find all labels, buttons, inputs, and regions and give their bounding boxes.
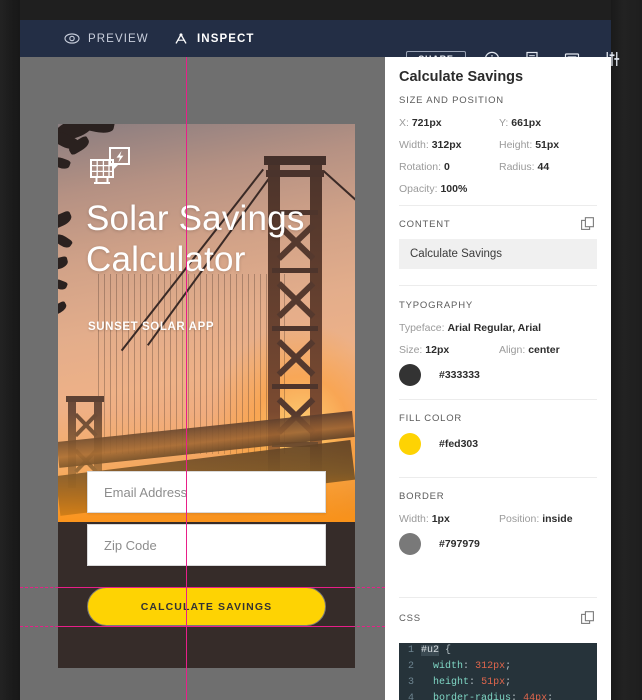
radius-label: Radius: <box>499 161 535 173</box>
height-row: Height: 51px <box>499 139 559 151</box>
x-row: X: 721px <box>399 117 442 129</box>
panel-title: Calculate Savings <box>399 69 524 85</box>
top-toolbar: PREVIEW INSPECT SHARE <box>20 20 620 73</box>
border-width-label: Width: <box>399 513 429 525</box>
fill-color-hex: #fed303 <box>439 438 479 450</box>
content-value-box[interactable]: Calculate Savings <box>399 239 597 269</box>
width-label: Width: <box>399 139 429 151</box>
section-divider <box>399 285 597 286</box>
typeface-row: Typeface: Arial Regular, Arial <box>399 322 541 334</box>
hero-title: Solar Savings Calculator <box>86 199 305 279</box>
text-color-swatch[interactable] <box>399 364 421 386</box>
border-color-hex: #797979 <box>439 538 480 550</box>
css-line: 1 #u2 { <box>399 643 597 659</box>
section-divider <box>399 597 597 598</box>
css-line-number: 1 <box>407 645 414 656</box>
window-chrome-top <box>0 0 642 20</box>
y-value: 661px <box>511 117 542 129</box>
css-code-block[interactable]: 1 #u2 { 2 width: 312px; 3 height: 51px; … <box>399 643 597 700</box>
window-chrome-left <box>0 0 20 700</box>
rotation-value: 0 <box>443 161 450 173</box>
y-label: Y: <box>499 117 509 129</box>
compass-icon <box>173 32 189 45</box>
eye-icon <box>64 33 80 44</box>
css-line-number: 3 <box>407 677 414 688</box>
text-color-hex: #333333 <box>439 369 480 381</box>
section-divider <box>399 399 597 400</box>
css-line-text: #u2 { <box>421 645 452 656</box>
align-value: center <box>528 344 560 356</box>
section-divider <box>399 205 597 206</box>
font-size-value: 12px <box>425 344 450 356</box>
opacity-row: Opacity: 100% <box>399 183 467 195</box>
selection-edge-top <box>58 587 355 588</box>
font-size-label: Size: <box>399 344 423 356</box>
rotation-label: Rotation: <box>399 161 442 173</box>
border-width-row: Width: 1px <box>399 513 450 525</box>
align-label: Align: <box>499 344 526 356</box>
css-line-number: 2 <box>407 661 414 672</box>
copy-icon[interactable] <box>581 217 595 231</box>
css-line-text: width: 312px; <box>433 661 512 672</box>
copy-icon[interactable] <box>581 611 595 625</box>
border-label: BORDER <box>399 491 445 502</box>
window-chrome-right <box>611 0 642 700</box>
css-line-text: border-radius: 44px; <box>433 693 554 700</box>
app-window: PREVIEW INSPECT SHARE <box>0 0 642 700</box>
selection-edge-vertical <box>186 57 187 700</box>
solar-panel-icon <box>88 144 132 188</box>
radius-value: 44 <box>537 161 550 173</box>
css-line: 2 width: 312px; <box>399 659 597 675</box>
content-label: CONTENT <box>399 219 451 230</box>
opacity-value: 100% <box>440 183 468 195</box>
height-label: Height: <box>499 139 533 151</box>
tab-inspect[interactable]: INSPECT <box>173 20 255 57</box>
tab-inspect-label: INSPECT <box>197 32 255 45</box>
border-width-value: 1px <box>431 513 450 525</box>
height-value: 51px <box>535 139 560 151</box>
radius-row: Radius: 44 <box>499 161 549 173</box>
tab-preview[interactable]: PREVIEW <box>64 20 149 57</box>
zip-code-field[interactable]: Zip Code <box>87 524 326 566</box>
fill-color-swatch[interactable] <box>399 433 421 455</box>
border-position-label: Position: <box>499 513 540 525</box>
section-divider <box>399 477 597 478</box>
size-and-position-label: SIZE AND POSITION <box>399 95 504 106</box>
border-color-swatch[interactable] <box>399 533 421 555</box>
email-field[interactable]: Email Address <box>87 471 326 513</box>
inspector-panel: Calculate Savings SIZE AND POSITION X: 7… <box>385 57 611 700</box>
align-row: Align: center <box>499 344 560 356</box>
css-label: CSS <box>399 613 421 624</box>
hero-image: Solar Savings Calculator SUNSET SOLAR AP… <box>58 124 355 522</box>
width-value: 312px <box>431 139 462 151</box>
css-line-number: 4 <box>407 693 414 700</box>
selection-edge-bottom <box>58 626 355 627</box>
css-line: 4 border-radius: 44px; <box>399 691 597 700</box>
y-row: Y: 661px <box>499 117 541 129</box>
typeface-value: Arial Regular, Arial <box>447 322 542 334</box>
border-position-value: inside <box>542 513 573 525</box>
typography-label: TYPOGRAPHY <box>399 300 473 311</box>
opacity-label: Opacity: <box>399 183 438 195</box>
x-label: X: <box>399 117 409 129</box>
tab-preview-label: PREVIEW <box>88 32 149 45</box>
design-canvas[interactable]: Solar Savings Calculator SUNSET SOLAR AP… <box>20 57 385 700</box>
border-position-row: Position: inside <box>499 513 573 525</box>
calculate-savings-button[interactable]: CALCULATE SAVINGS <box>87 587 326 626</box>
font-size-row: Size: 12px <box>399 344 449 356</box>
css-line: 3 height: 51px; <box>399 675 597 691</box>
fill-color-label: FILL COLOR <box>399 413 463 424</box>
width-row: Width: 312px <box>399 139 461 151</box>
hero-subtitle: SUNSET SOLAR APP <box>88 321 215 333</box>
x-value: 721px <box>411 117 442 129</box>
css-line-text: height: 51px; <box>433 677 512 688</box>
rotation-row: Rotation: 0 <box>399 161 450 173</box>
typeface-label: Typeface: <box>399 322 445 334</box>
